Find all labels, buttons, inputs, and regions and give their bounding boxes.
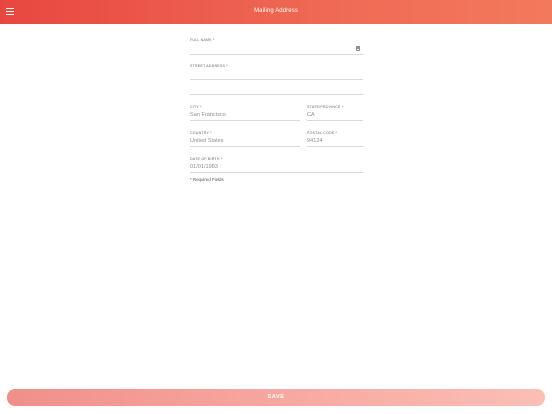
city-input[interactable]: San Francisco (190, 112, 300, 119)
save-button[interactable]: SAVE (7, 389, 545, 406)
city-underline (190, 120, 300, 121)
state-label: STATE/PROVINCE * (307, 105, 344, 109)
street-address-underline-2 (190, 94, 363, 95)
postal-code-field[interactable]: POSTAL CODE * 94124 (307, 131, 363, 147)
street-address-input[interactable] (190, 71, 363, 78)
full-name-label: FULL NAME * (190, 38, 215, 42)
country-underline (190, 146, 300, 147)
state-underline (307, 120, 363, 121)
full-name-field[interactable]: FULL NAME * (190, 38, 363, 55)
date-of-birth-input[interactable]: 01/01/1983 (190, 164, 363, 171)
city-field[interactable]: CITY * San Francisco (190, 105, 300, 121)
full-name-underline (190, 54, 363, 55)
date-of-birth-underline (190, 172, 363, 173)
country-field[interactable]: COUNTRY * United States (190, 131, 300, 147)
date-of-birth-label: DATE OF BIRTH * (190, 157, 223, 161)
city-label: CITY * (190, 105, 202, 109)
postal-code-underline (307, 146, 363, 147)
app-window: Mailing Address FULL NAME * STREET ADDRE… (0, 0, 552, 414)
street-address-underline-1 (190, 79, 363, 80)
state-field[interactable]: STATE/PROVINCE * CA (307, 105, 363, 121)
page-title: Mailing Address (254, 8, 298, 14)
header-bar: Mailing Address (0, 0, 552, 24)
date-of-birth-field[interactable]: DATE OF BIRTH * 01/01/1983 (190, 157, 363, 173)
postal-code-label: POSTAL CODE * (307, 131, 338, 135)
street-address-label: STREET ADDRESS * (190, 64, 228, 68)
required-fields-note: * Required Fields (190, 177, 224, 182)
country-input[interactable]: United States (190, 138, 300, 145)
full-name-input[interactable] (190, 45, 363, 52)
save-button-label: SAVE (267, 394, 285, 400)
contact-book-icon[interactable] (356, 46, 361, 52)
country-label: COUNTRY * (190, 131, 212, 135)
street-address-field[interactable]: STREET ADDRESS * (190, 64, 363, 95)
postal-code-input[interactable]: 94124 (307, 138, 363, 145)
state-input[interactable]: CA (307, 112, 363, 119)
